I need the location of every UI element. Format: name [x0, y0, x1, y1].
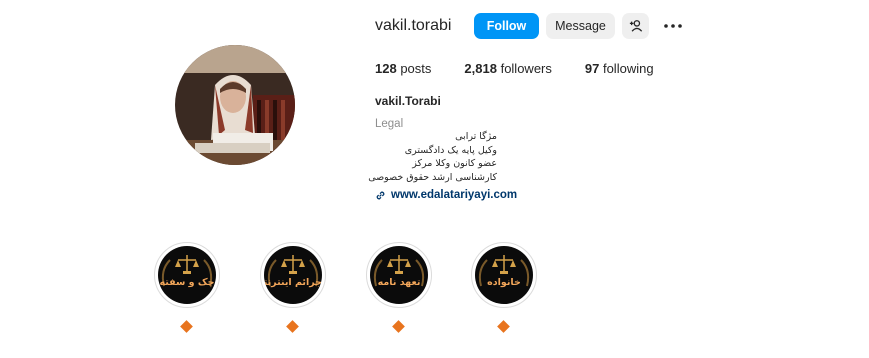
- bio-line: کارشناسی ارشد حقوق خصوصی: [368, 171, 497, 183]
- following-stat[interactable]: 97 following: [585, 61, 654, 76]
- more-horizontal-icon: [664, 24, 682, 28]
- message-button[interactable]: Message: [546, 13, 615, 39]
- profile-header-row: vakil.torabi Follow Message: [375, 13, 683, 39]
- profile-link[interactable]: www.edalatariyayi.com: [375, 189, 517, 201]
- highlight-ring: جرائم اینترنتی: [260, 242, 326, 308]
- profile-category: Legal: [375, 118, 404, 130]
- bio-line: وکیل پایه یک دادگستری: [404, 144, 497, 156]
- highlight-ring: خانواده: [471, 242, 537, 308]
- highlight-cover: تعهد نامه: [370, 246, 428, 304]
- followers-stat[interactable]: 2,818 followers: [464, 61, 551, 76]
- avatar-image: [175, 45, 295, 165]
- highlight-marker: [286, 320, 299, 333]
- story-highlight[interactable]: تعهد نامه: [366, 242, 432, 333]
- highlight-ring: چک و سفته: [154, 242, 220, 308]
- story-highlight[interactable]: خانواده: [471, 242, 537, 333]
- following-count: 97: [584, 61, 600, 76]
- profile-bio: مژگا ترابی وکیل پایه یک دادگستری عضو کان…: [330, 130, 497, 184]
- link-icon: [376, 191, 385, 199]
- scales-of-justice-icon: [161, 255, 213, 287]
- highlight-cover: خانواده: [475, 246, 533, 304]
- profile-stats: 128 posts 2,818 followers 97 following: [375, 61, 687, 76]
- highlight-cover: جرائم اینترنتی: [264, 246, 322, 304]
- bio-line: عضو کانون وکلا مرکز: [412, 158, 497, 169]
- profile-link-text: www.edalatariyayi.com: [391, 189, 518, 201]
- profile-avatar[interactable]: [175, 45, 295, 165]
- highlight-title: جرائم اینترنتی: [264, 277, 322, 288]
- followers-count: 2,818: [464, 61, 497, 76]
- highlight-ring: تعهد نامه: [366, 242, 432, 308]
- highlight-title: تعهد نامه: [377, 277, 421, 288]
- posts-stat: 128 posts: [375, 61, 431, 76]
- highlight-cover: چک و سفته: [158, 246, 216, 304]
- scales-of-justice-icon: [267, 255, 319, 287]
- story-highlight[interactable]: چک و سفته: [154, 242, 220, 333]
- posts-label: posts: [400, 61, 432, 76]
- highlight-marker: [180, 320, 193, 333]
- follow-button[interactable]: Follow: [474, 13, 539, 39]
- highlight-marker: [497, 320, 510, 333]
- highlight-title: خانواده: [487, 277, 521, 288]
- following-label: following: [602, 61, 654, 76]
- profile-full-name: vakil.Torabi: [375, 94, 441, 108]
- profile-username: vakil.torabi: [375, 17, 452, 34]
- posts-count: 128: [375, 61, 397, 76]
- highlight-marker: [392, 320, 405, 333]
- suggested-users-button[interactable]: [622, 13, 649, 39]
- followers-label: followers: [500, 61, 552, 76]
- scales-of-justice-icon: [478, 255, 530, 287]
- bio-line: مژگا ترابی: [455, 131, 497, 142]
- person-plus-icon: [629, 20, 642, 32]
- scales-of-justice-icon: [373, 255, 425, 287]
- more-options-button[interactable]: [663, 16, 683, 36]
- highlight-title: چک و سفته: [159, 277, 215, 288]
- story-highlight[interactable]: جرائم اینترنتی: [260, 242, 326, 333]
